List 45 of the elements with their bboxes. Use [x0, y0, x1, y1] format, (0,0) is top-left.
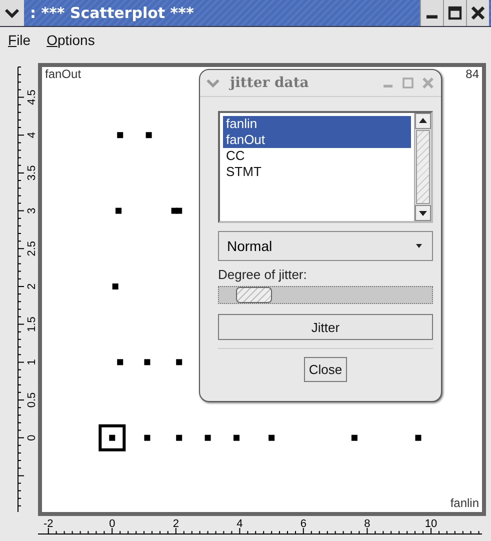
tick-label: 3.5: [26, 165, 38, 181]
menu-item[interactable]: Options: [46, 32, 95, 48]
scroll-down-icon[interactable]: [415, 205, 431, 221]
tick-label: 2.5: [26, 240, 38, 256]
tick-label: 1: [26, 359, 38, 366]
tick-label: 6: [300, 518, 306, 530]
data-point: [117, 132, 124, 138]
slider-label: Degree of jitter:: [218, 267, 308, 282]
window-menu-icon[interactable]: [0, 0, 24, 26]
slider-thumb[interactable]: [236, 287, 272, 303]
tick-label: 2: [26, 283, 38, 290]
list-item[interactable]: fanlin: [223, 116, 411, 132]
minimize-icon[interactable]: [420, 0, 443, 26]
tick-label: 8: [364, 518, 370, 530]
close-button[interactable]: Close: [304, 357, 348, 382]
distribution-dropdown[interactable]: Normal: [218, 231, 433, 261]
menu-item[interactable]: File: [8, 32, 31, 48]
tick-label: 4: [236, 518, 243, 530]
tick-label: 4: [26, 132, 38, 138]
jitter-slider[interactable]: [218, 286, 433, 304]
data-point: [176, 359, 182, 366]
tick-label: 2: [172, 518, 179, 530]
scrollbar[interactable]: [414, 113, 431, 221]
list-item[interactable]: STMT: [223, 164, 411, 180]
data-point: [144, 359, 150, 366]
dialog-title: jitter data: [228, 75, 309, 91]
data-point: [117, 359, 124, 366]
tick-label: 0.5: [26, 392, 38, 408]
tick-label: 0: [26, 434, 38, 441]
jitter-button[interactable]: Jitter: [218, 314, 433, 340]
scroll-up-icon[interactable]: [415, 113, 431, 129]
tick-label: 0: [109, 518, 116, 530]
maximize-icon[interactable]: [443, 0, 466, 26]
window-title: : *** Scatterplot ***: [29, 4, 194, 22]
close-icon[interactable]: [466, 0, 489, 26]
tick-label: 1.5: [26, 316, 38, 332]
axis-title: fanlin: [450, 496, 479, 510]
list-item[interactable]: CC: [223, 148, 411, 164]
tick-label: 3: [26, 208, 38, 214]
list-item[interactable]: fanOut: [223, 132, 411, 148]
tick-label: -2: [43, 518, 54, 530]
axis-title: fanOut: [45, 67, 82, 81]
tick-label: 4.5: [26, 90, 38, 105]
axis-value: 84: [466, 67, 479, 81]
tick-label: 10: [424, 518, 438, 530]
